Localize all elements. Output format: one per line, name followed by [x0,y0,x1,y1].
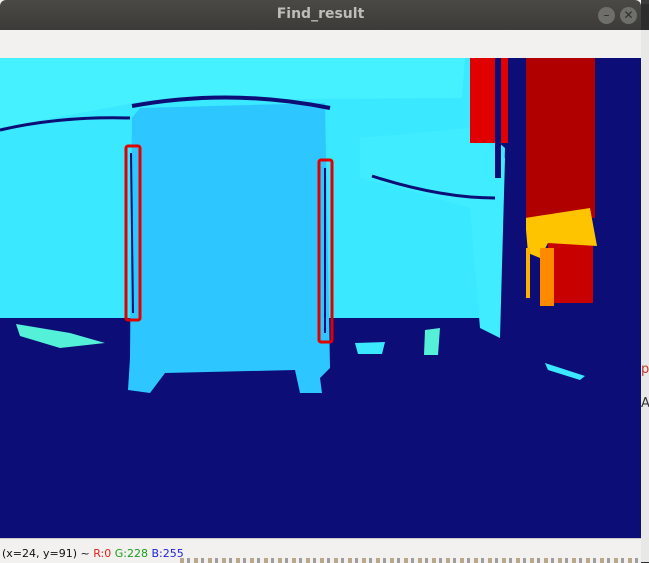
window-titlebar[interactable]: Find_result – ✕ [0,0,641,30]
toolbar-area [0,30,641,59]
depth-region-door-bright [470,58,510,143]
minimize-icon: – [603,8,610,22]
depth-region-door-lower [548,238,593,303]
depth-region-chair-leg [540,248,554,306]
background-window-fragment: p [641,362,649,377]
red-value: R:0 [93,547,112,560]
minimize-button[interactable]: – [598,7,615,24]
depth-floor-patch-right [424,328,440,355]
depth-image [0,58,597,393]
window-title: Find_result [276,6,365,22]
close-button[interactable]: ✕ [620,7,637,24]
background-window-fragment: A [641,396,649,411]
green-value: G:228 [114,547,148,560]
depth-floor-patch-left [16,324,105,348]
desktop-right-strip: p A [641,30,649,562]
depth-gap [508,58,526,308]
pixel-readout: (x=24, y=91) ~ R:0 G:228 B:255 [2,547,184,560]
depth-region-door-red [525,58,595,218]
depth-region-suitcase [128,103,330,393]
depth-floor-patch-far [545,363,585,380]
blue-value: B:255 [151,547,184,560]
depth-floor-patch-mid [355,342,385,354]
cursor-coordinates: (x=24, y=91) ~ [2,547,90,560]
depth-gap-2 [495,58,501,178]
depth-image-canvas[interactable] [0,58,641,538]
find-result-window: Find_result – ✕ (x=24, y=91) ~ R:0 G:228… [0,0,641,563]
close-icon: ✕ [623,8,634,22]
status-bar: (x=24, y=91) ~ R:0 G:228 B:255 [0,538,641,563]
background-text-strip [180,558,641,563]
